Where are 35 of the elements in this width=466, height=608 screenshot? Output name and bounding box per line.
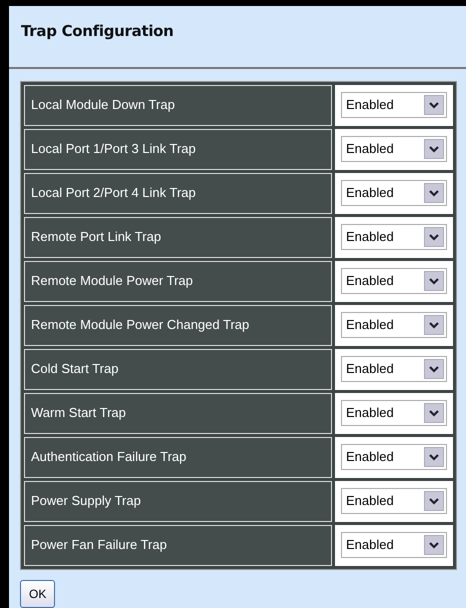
- dropdown[interactable]: Enabled: [341, 180, 447, 206]
- trap-label: Remote Module Power Changed Trap: [24, 304, 332, 346]
- chevron-down-icon: [424, 403, 444, 423]
- chevron-down-icon: [424, 227, 444, 247]
- dropdown[interactable]: Enabled: [341, 532, 447, 558]
- chevron-down-icon: [424, 359, 444, 379]
- dropdown[interactable]: Enabled: [341, 488, 447, 514]
- chevron-down-icon: [424, 447, 444, 467]
- page-title: Trap Configuration: [21, 21, 175, 42]
- trap-label: Local Port 2/Port 4 Link Trap: [24, 172, 332, 214]
- trap-label: Local Module Down Trap: [24, 84, 332, 126]
- trap-label: Local Port 1/Port 3 Link Trap: [24, 128, 332, 170]
- dropdown[interactable]: Enabled: [341, 312, 447, 338]
- dropdown[interactable]: Enabled: [341, 400, 447, 426]
- trap-label: Power Supply Trap: [24, 480, 332, 522]
- ok-button[interactable]: OK: [20, 580, 56, 608]
- dropdown[interactable]: Enabled: [341, 136, 447, 162]
- chevron-down-icon: [424, 491, 444, 511]
- trap-label: Warm Start Trap: [24, 392, 332, 434]
- chevron-down-icon: [424, 315, 444, 335]
- dropdown[interactable]: Enabled: [341, 224, 447, 250]
- chevron-down-icon: [424, 95, 444, 115]
- chevron-down-icon: [424, 535, 444, 555]
- trap-label: Remote Module Power Trap: [24, 260, 332, 302]
- trap-label: Authentication Failure Trap: [24, 436, 332, 478]
- dropdown[interactable]: Enabled: [341, 356, 447, 382]
- dropdown[interactable]: Enabled: [341, 92, 447, 118]
- chevron-down-icon: [424, 139, 444, 159]
- dropdown[interactable]: Enabled: [341, 268, 447, 294]
- trap-label: Remote Port Link Trap: [24, 216, 332, 258]
- chevron-down-icon: [424, 183, 444, 203]
- trap-label: Power Fan Failure Trap: [24, 524, 332, 566]
- dropdown[interactable]: Enabled: [341, 444, 447, 470]
- chevron-down-icon: [424, 271, 444, 291]
- trap-label: Cold Start Trap: [24, 348, 332, 390]
